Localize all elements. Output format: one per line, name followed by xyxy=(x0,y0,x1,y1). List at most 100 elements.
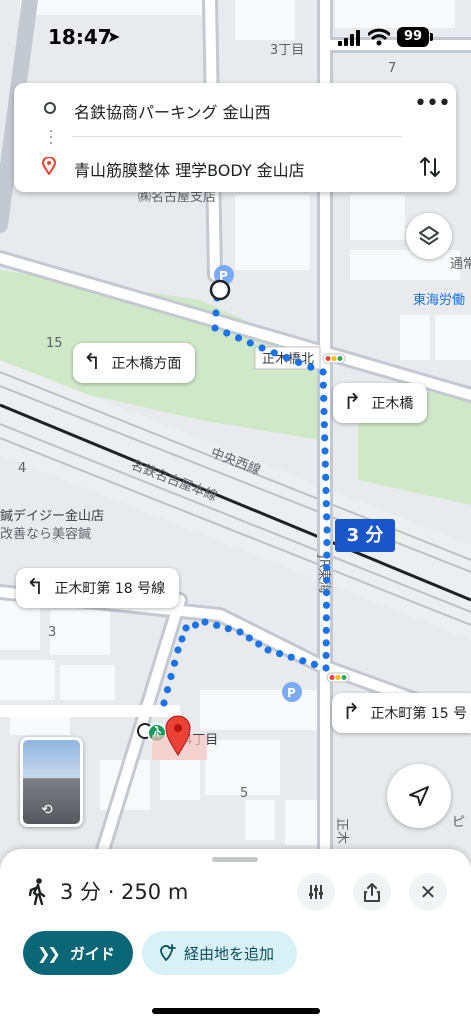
route-dot xyxy=(307,363,315,371)
location-arrow-icon: ➤ xyxy=(107,27,121,46)
map-label-15: 15 xyxy=(46,336,63,351)
route-dot xyxy=(236,628,244,636)
route-dot xyxy=(178,635,186,643)
swap-direction-icon[interactable] xyxy=(416,153,444,181)
layers-button[interactable] xyxy=(406,213,452,259)
route-dot xyxy=(319,381,327,389)
map-label-5: 5 xyxy=(240,786,248,801)
callout-masaki-15[interactable]: ↱ 正木町第 15 号 xyxy=(332,693,471,733)
route-dot xyxy=(321,447,329,455)
status-time: 18:47 xyxy=(48,25,112,49)
status-bar: 18:47 ➤ 99 xyxy=(0,0,471,76)
route-dot xyxy=(322,651,330,660)
my-location-button[interactable] xyxy=(387,764,451,828)
home-indicator xyxy=(152,1008,320,1014)
drag-handle[interactable] xyxy=(212,857,258,862)
route-options-button[interactable] xyxy=(297,873,335,911)
origin-field[interactable]: 名鉄協商パーキング 金山西 xyxy=(14,89,456,129)
route-dot xyxy=(319,368,327,376)
double-chevron-icon: ❯❯ xyxy=(37,943,61,963)
route-connector xyxy=(50,130,52,146)
destination-field[interactable]: 青山筋膜整体 理学BODY 金山店 xyxy=(14,147,456,187)
route-dot xyxy=(322,639,330,647)
svg-text:P: P xyxy=(287,686,296,700)
turn-left-icon: ↰ xyxy=(83,350,102,375)
route-dot xyxy=(246,339,254,347)
route-dot xyxy=(322,500,330,508)
route-dot xyxy=(295,358,303,366)
route-summary: 3 分 · 250 m xyxy=(60,880,189,904)
route-dot xyxy=(323,526,331,534)
layers-icon xyxy=(419,226,439,245)
close-button[interactable]: ✕ xyxy=(409,873,447,911)
traffic-light-icon xyxy=(322,353,346,364)
guide-button[interactable]: ❯❯ ガイド xyxy=(23,931,133,975)
side-road xyxy=(0,705,180,717)
route-dot xyxy=(182,624,190,632)
origin-circle-icon xyxy=(44,102,56,114)
map-label-kaizen: 改善なら美容鍼 xyxy=(0,526,91,542)
callout-label: 正木橋方面 xyxy=(111,356,182,372)
add-pin-icon xyxy=(160,944,176,961)
callout-masaki-18[interactable]: ↰ 正木町第 18 号線 xyxy=(16,568,180,608)
route-dot xyxy=(223,329,231,337)
route-dot xyxy=(310,660,318,669)
route-dot xyxy=(212,309,220,317)
map-label-jr-vertical: JR東海 xyxy=(316,554,332,594)
route-dot xyxy=(323,538,331,547)
route-dot xyxy=(322,601,331,609)
sliders-icon xyxy=(309,885,323,899)
route-dot xyxy=(321,460,329,468)
map-label-4: 4 xyxy=(18,461,26,476)
route-dot xyxy=(282,354,290,362)
route-dot xyxy=(163,686,172,694)
callout-masaki-bridge[interactable]: ↱ 正木橋 xyxy=(333,383,428,423)
route-dot xyxy=(213,621,221,629)
route-dot xyxy=(224,625,232,633)
route-dot xyxy=(322,486,330,495)
route-dot xyxy=(276,650,284,658)
route-divider xyxy=(72,136,402,137)
more-options-icon[interactable]: ••• xyxy=(414,93,451,125)
callout-masaki-bridge-direction[interactable]: ↰ 正木橋方面 xyxy=(73,343,196,383)
route-dot xyxy=(258,344,266,352)
parking-icon-2[interactable]: P xyxy=(282,682,302,702)
route-dot xyxy=(320,407,328,416)
route-dot xyxy=(323,576,331,584)
origin-marker[interactable] xyxy=(209,279,231,301)
origin-text: 名鉄協商パーキング 金山西 xyxy=(74,103,271,122)
map-label-daisy: 鍼デイジー金山店 xyxy=(0,508,104,524)
route-dot xyxy=(167,672,175,681)
guide-label: ガイド xyxy=(69,944,115,963)
callout-label: 正木町第 18 号線 xyxy=(54,581,166,597)
rotate-360-icon: ⟲ xyxy=(41,802,53,818)
share-button[interactable] xyxy=(353,873,391,911)
route-dot xyxy=(234,334,243,342)
battery-indicator: 99 xyxy=(397,27,429,47)
route-card: 名鉄協商パーキング 金山西 青山筋膜整体 理学BODY 金山店 ••• xyxy=(14,83,456,192)
map-label-masaki-vertical: 正木 xyxy=(334,818,349,844)
route-dot xyxy=(160,699,168,707)
route-dot xyxy=(170,659,179,667)
route-dot xyxy=(322,589,331,597)
route-dot xyxy=(323,551,331,559)
route-dot xyxy=(323,513,331,521)
route-dot xyxy=(320,421,328,429)
map-label-normal: 通常 xyxy=(450,257,471,272)
add-stop-button[interactable]: 経由地を追加 xyxy=(142,931,297,975)
close-icon: ✕ xyxy=(419,880,437,904)
route-dot xyxy=(245,634,253,642)
route-dot xyxy=(191,621,200,629)
route-dot xyxy=(322,473,330,481)
turn-right-icon: ↱ xyxy=(343,390,362,415)
map-label-pi: ピ xyxy=(452,815,465,830)
route-dot xyxy=(255,640,263,648)
navigation-arrow-icon xyxy=(409,786,429,806)
route-dot xyxy=(211,324,219,332)
destination-text: 青山筋膜整体 理学BODY 金山店 xyxy=(74,161,305,180)
route-dot xyxy=(322,614,330,622)
route-dot xyxy=(201,618,209,626)
street-view-thumbnail[interactable]: ⟲ xyxy=(20,737,83,827)
duration-badge: 3 分 xyxy=(335,519,395,552)
destination-pin-small-icon xyxy=(42,157,56,175)
